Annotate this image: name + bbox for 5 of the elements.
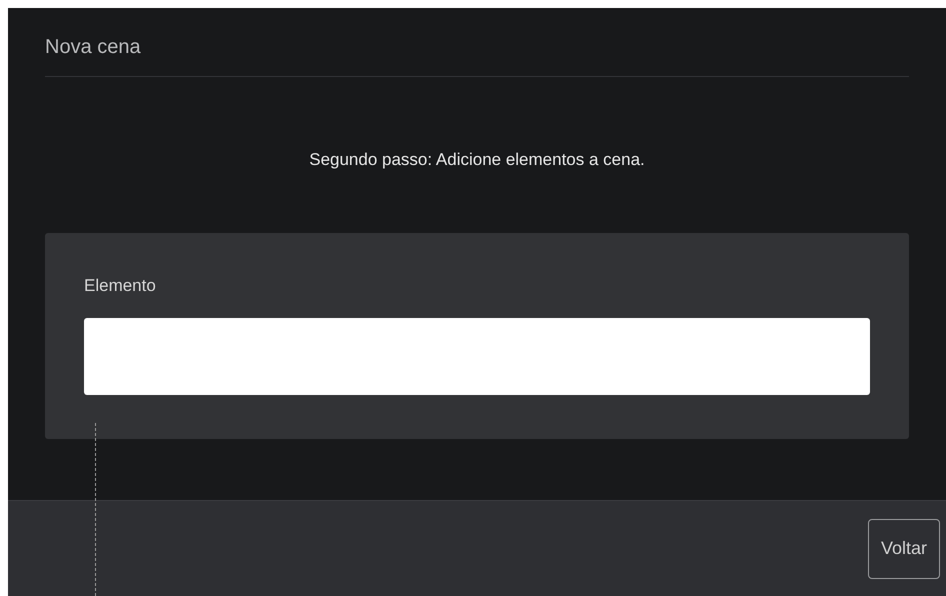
back-button[interactable]: Voltar [868, 518, 940, 578]
instruction-text: Segundo passo: Adicione elementos a cena. [309, 149, 645, 171]
field-label: Elemento [84, 274, 157, 296]
dialog-title: Nova cena [45, 36, 141, 58]
input-field[interactable] [84, 318, 870, 395]
